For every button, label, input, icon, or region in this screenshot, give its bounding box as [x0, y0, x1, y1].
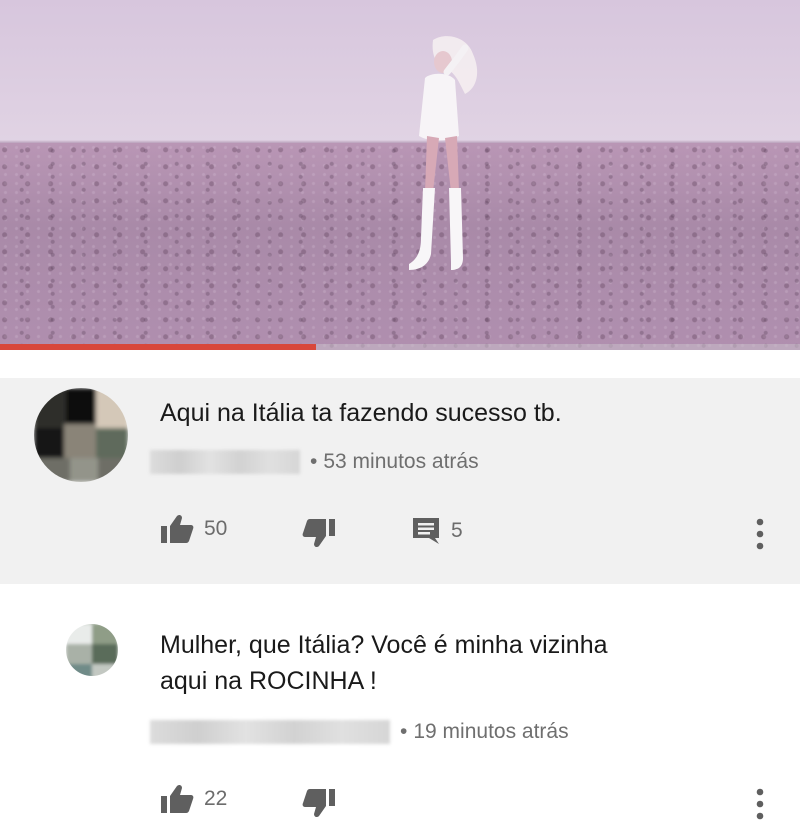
comment-text-line-2: aqui na ROCINHA ! — [160, 667, 377, 695]
dislike-button[interactable] — [302, 518, 336, 548]
comment-meta: • 53 minutos atrás — [150, 450, 479, 475]
video-player[interactable] — [0, 0, 800, 350]
reply-button[interactable]: 5 — [411, 516, 463, 546]
reply-count: 5 — [451, 519, 463, 542]
like-count: 22 — [204, 787, 228, 810]
author-name-blurred[interactable] — [150, 450, 300, 475]
thumbs-down-icon — [302, 519, 335, 548]
comment-timestamp: 19 minutos atrás — [413, 720, 569, 743]
like-count: 50 — [204, 517, 228, 540]
comment-actions: 50 5 — [0, 510, 800, 554]
like-button[interactable]: 50 — [160, 514, 227, 544]
like-button[interactable]: 22 — [160, 784, 227, 814]
video-progress-bar[interactable] — [0, 344, 800, 350]
comment-text-line-1: Mulher, que Itália? Você é minha vizinha — [160, 631, 608, 659]
reply-comment: Mulher, que Itália? Você é minha vizinha… — [0, 600, 800, 840]
thumbs-down-icon — [302, 789, 335, 818]
comment-text: Aqui na Itália ta fazendo sucesso tb. — [160, 399, 562, 427]
avatar[interactable] — [34, 388, 128, 482]
thumbs-up-icon — [161, 784, 194, 813]
video-figure — [409, 36, 478, 270]
comment: Aqui na Itália ta fazendo sucesso tb. • 5… — [0, 378, 800, 584]
video-progress-fill — [0, 344, 316, 350]
author-name-blurred[interactable] — [150, 720, 390, 745]
more-vert-icon[interactable] — [750, 514, 770, 554]
comment-meta: • 19 minutos atrás — [150, 720, 569, 745]
avatar[interactable] — [66, 616, 118, 684]
dislike-button[interactable] — [302, 788, 336, 818]
comment-actions: 22 — [0, 780, 800, 824]
thumbs-up-icon — [161, 514, 194, 543]
more-vert-icon[interactable] — [750, 784, 770, 824]
comment-timestamp: 53 minutos atrás — [323, 450, 479, 473]
reply-icon — [413, 518, 439, 544]
